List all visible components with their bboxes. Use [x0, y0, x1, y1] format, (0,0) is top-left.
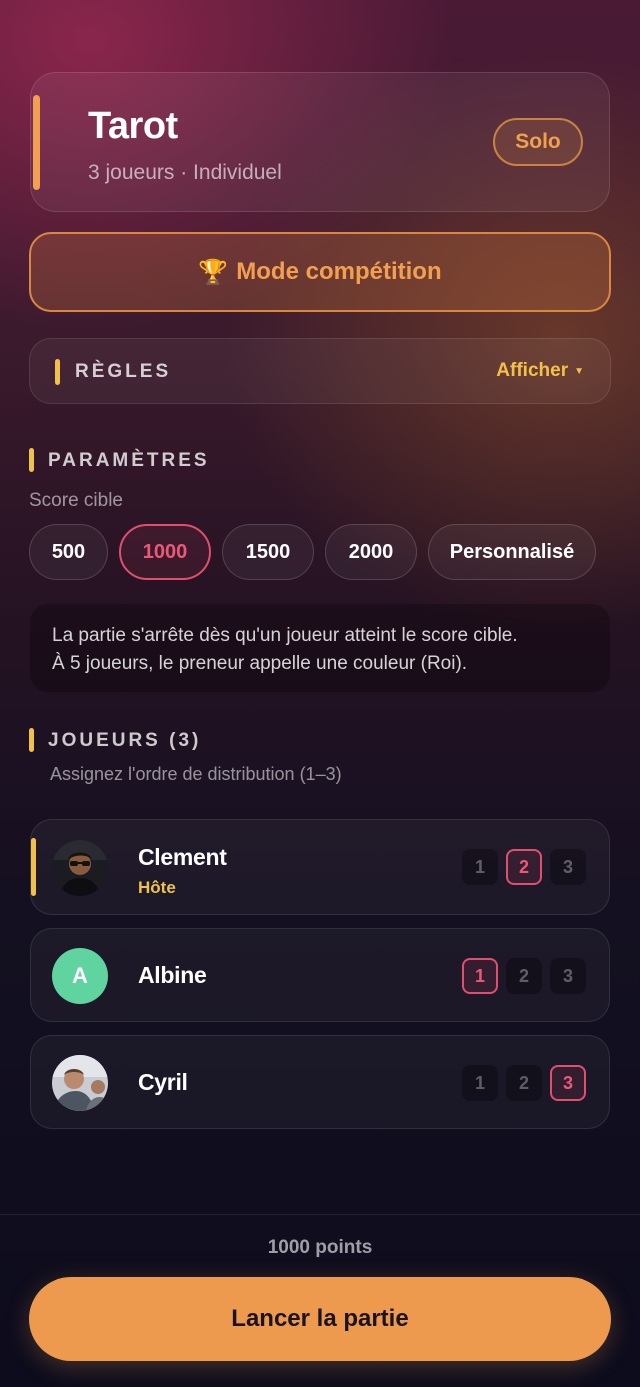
game-title: Tarot — [88, 105, 178, 147]
competition-mode-label: Mode compétition — [236, 258, 442, 285]
players-title: JOUEURS (3) — [48, 730, 202, 751]
avatar-photo-cyril — [52, 1055, 108, 1111]
game-subtitle: 3 joueurs · Individuel — [88, 161, 282, 184]
player-name: Clement — [138, 844, 227, 870]
order-button-1[interactable]: 1 — [462, 849, 498, 885]
launch-game-button[interactable]: Lancer la partie — [29, 1277, 611, 1361]
rules-label: RÈGLES — [75, 361, 172, 382]
game-accent-bar — [33, 95, 40, 190]
order-button-2[interactable]: 2 — [506, 1065, 542, 1101]
game-card: Tarot 3 joueurs · Individuel Solo — [30, 72, 610, 212]
info-line-2: À 5 joueurs, le preneur appelle une coul… — [52, 653, 468, 674]
avatar-letter: A — [72, 963, 88, 988]
order-button-3[interactable]: 3 — [550, 1065, 586, 1101]
footer-divider — [0, 1214, 640, 1215]
target-score-label: Score cible — [29, 490, 123, 511]
parameters-accent-bar — [29, 448, 34, 472]
competition-mode-button[interactable]: 🏆 Mode compétition — [29, 232, 611, 312]
rules-toggle[interactable]: Afficher ▼ — [496, 360, 584, 382]
player-name: Cyril — [138, 1069, 188, 1095]
caret-down-icon: ▼ — [574, 365, 584, 377]
player-row-cyril: Cyril 1 2 3 — [30, 1035, 610, 1129]
info-line-1: La partie s'arrête dès qu'un joueur atte… — [52, 625, 518, 646]
player-row-albine: A Albine 1 2 3 — [30, 928, 610, 1022]
rules-accent-bar — [55, 359, 60, 385]
order-button-1[interactable]: 1 — [462, 958, 498, 994]
rules-card[interactable]: RÈGLES Afficher ▼ — [29, 338, 611, 404]
target-option-2000[interactable]: 2000 — [325, 524, 417, 580]
target-option-1500[interactable]: 1500 — [222, 524, 314, 580]
player-row-clement: Clement Hôte 1 2 3 — [30, 819, 610, 915]
avatar: A — [52, 948, 108, 1004]
target-option-custom[interactable]: Personnalisé — [428, 524, 596, 580]
players-accent-bar — [29, 728, 34, 752]
order-button-2[interactable]: 2 — [506, 958, 542, 994]
avatar-photo-clement — [52, 840, 108, 896]
footer-points: 1000 points — [267, 1237, 373, 1258]
order-button-1[interactable]: 1 — [462, 1065, 498, 1101]
trophy-icon: 🏆 — [198, 258, 229, 286]
mode-badge[interactable]: Solo — [493, 118, 583, 166]
host-badge: Hôte — [138, 878, 176, 897]
host-accent-bar — [31, 838, 36, 896]
player-name: Albine — [138, 962, 207, 988]
players-subtitle: Assignez l'ordre de distribution (1–3) — [50, 764, 342, 784]
target-option-500[interactable]: 500 — [29, 524, 108, 580]
parameters-title: PARAMÈTRES — [48, 450, 210, 471]
target-info-box: La partie s'arrête dès qu'un joueur atte… — [30, 604, 610, 692]
avatar — [52, 1055, 108, 1111]
rules-toggle-label: Afficher — [496, 360, 569, 381]
target-option-1000[interactable]: 1000 — [119, 524, 211, 580]
order-button-3[interactable]: 3 — [550, 849, 586, 885]
avatar — [52, 840, 108, 896]
order-button-3[interactable]: 3 — [550, 958, 586, 994]
order-button-2[interactable]: 2 — [506, 849, 542, 885]
